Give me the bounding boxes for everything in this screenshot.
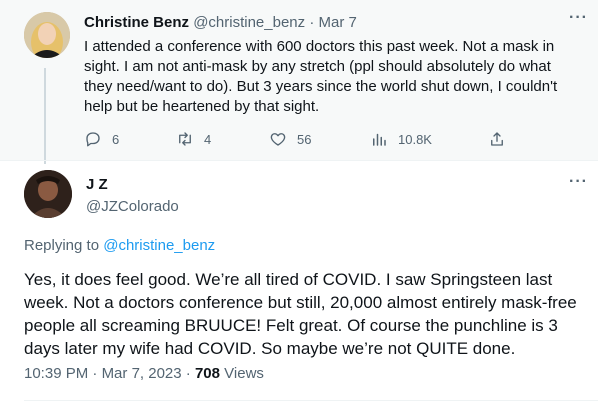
avatar[interactable]: [24, 12, 70, 58]
reply-button[interactable]: 6: [84, 130, 119, 148]
like-icon: [270, 133, 286, 146]
reply-avatar[interactable]: [24, 170, 72, 218]
share-button[interactable]: [488, 130, 506, 148]
reply-time[interactable]: 10:39 PM: [24, 365, 88, 382]
reply-author-handle[interactable]: @JZColorado: [86, 198, 179, 215]
separator-dot: ·: [309, 14, 315, 31]
replying-to-prefix: Replying to: [24, 237, 104, 254]
more-icon[interactable]: ···: [569, 173, 588, 191]
reply-meta: 10:39 PM · Mar 7, 2023 · 708 Views: [24, 365, 264, 382]
tweet-actions: 6 4 56 10.8K: [84, 130, 514, 150]
retweet-icon: [179, 132, 191, 146]
thread-connector: [44, 68, 46, 164]
replying-to-handle[interactable]: @christine_benz: [103, 237, 215, 254]
reply-date[interactable]: Mar 7, 2023: [102, 365, 182, 382]
like-count: 56: [297, 131, 312, 147]
meta-dot: ·: [92, 365, 98, 382]
reply-author-name[interactable]: J Z: [86, 176, 108, 193]
more-icon[interactable]: ···: [569, 9, 588, 27]
avatar-image: [24, 12, 70, 58]
views-count: 10.8K: [398, 131, 432, 147]
author-handle[interactable]: @christine_benz: [193, 14, 305, 31]
reply-text: Yes, it does feel good. We’re all tired …: [24, 270, 577, 358]
author-name[interactable]: Christine Benz: [84, 14, 189, 31]
retweet-count: 4: [204, 131, 212, 147]
tweet-text: I attended a conference with 600 doctors…: [84, 38, 558, 115]
reply-views-label: Views: [224, 365, 264, 382]
views-icon: [373, 133, 386, 146]
views-button[interactable]: 10.8K: [370, 130, 432, 148]
reply-icon: [86, 132, 100, 147]
meta-dot: ·: [185, 365, 191, 382]
reply-views-count: 708: [194, 365, 220, 382]
reply-count: 6: [112, 131, 120, 147]
reply-avatar-image: [24, 170, 72, 218]
divider: [0, 160, 598, 161]
tweet-date[interactable]: Mar 7: [318, 14, 356, 31]
replying-to: Replying to @christine_benz: [24, 237, 215, 254]
like-button[interactable]: 56: [269, 130, 311, 148]
tweet-header: Christine Benz @christine_benz · Mar 7: [84, 14, 357, 31]
divider: [24, 400, 598, 401]
share-icon: [491, 132, 503, 146]
retweet-button[interactable]: 4: [176, 130, 211, 148]
